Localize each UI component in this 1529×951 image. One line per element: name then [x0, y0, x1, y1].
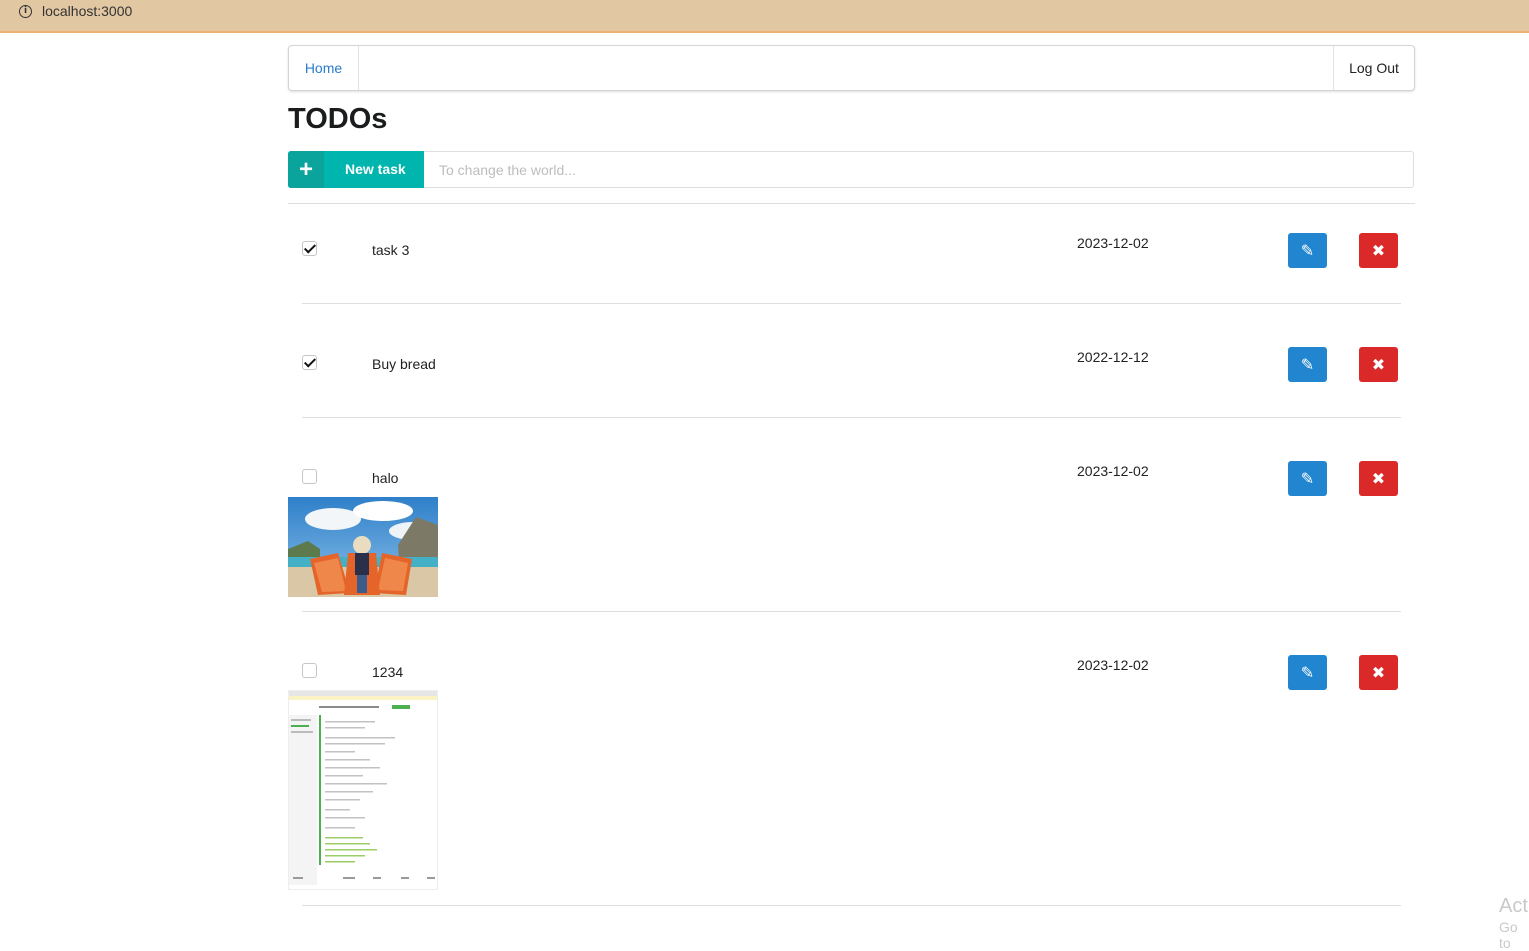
task-checkbox[interactable] — [302, 355, 317, 370]
nav-home-link[interactable]: Home — [289, 46, 359, 90]
row-divider — [302, 417, 1401, 418]
row-divider — [302, 611, 1401, 612]
task-date: 2023-12-02 — [1077, 463, 1149, 479]
task-checkbox[interactable] — [302, 241, 317, 256]
plus-icon: + — [288, 151, 324, 188]
task-name: halo — [372, 470, 399, 486]
delete-button[interactable]: ✖ — [1359, 347, 1398, 382]
edit-button[interactable]: ✎ — [1288, 347, 1327, 382]
x-icon: ✖ — [1371, 241, 1386, 260]
info-icon[interactable]: i — [19, 5, 32, 18]
new-task-button[interactable]: + New task — [288, 151, 424, 188]
url-text[interactable]: localhost:3000 — [42, 3, 132, 19]
task-checkbox[interactable] — [302, 663, 317, 678]
activation-watermark-sub: Go to — [1499, 919, 1518, 951]
logout-link[interactable]: Log Out — [1333, 46, 1414, 90]
task-date: 2022-12-12 — [1077, 349, 1149, 365]
task-name: Buy bread — [372, 356, 436, 372]
pencil-icon: ✎ — [1300, 241, 1315, 260]
task-date: 2023-12-02 — [1077, 235, 1149, 251]
pencil-icon: ✎ — [1300, 355, 1315, 374]
x-icon: ✖ — [1371, 469, 1386, 488]
task-date: 2023-12-02 — [1077, 657, 1149, 673]
delete-button[interactable]: ✖ — [1359, 233, 1398, 268]
row-divider — [302, 303, 1401, 304]
x-icon: ✖ — [1371, 355, 1386, 374]
x-icon: ✖ — [1371, 663, 1386, 682]
delete-button[interactable]: ✖ — [1359, 655, 1398, 690]
beach-photo — [288, 497, 438, 597]
screenshot-thumbnail — [288, 690, 438, 890]
pencil-icon: ✎ — [1300, 469, 1315, 488]
page-title: TODOs — [288, 103, 388, 135]
navbar: Home Log Out — [288, 45, 1415, 91]
new-task-label: New task — [345, 161, 406, 177]
address-bar[interactable]: i localhost:3000 — [0, 0, 1529, 33]
edit-button[interactable]: ✎ — [1288, 655, 1327, 690]
delete-button[interactable]: ✖ — [1359, 461, 1398, 496]
activation-watermark: Act — [1499, 895, 1528, 917]
task-checkbox[interactable] — [302, 469, 317, 484]
edit-button[interactable]: ✎ — [1288, 461, 1327, 496]
new-task-input[interactable] — [424, 151, 1414, 188]
task-name: 1234 — [372, 664, 404, 680]
edit-button[interactable]: ✎ — [1288, 233, 1327, 268]
pencil-icon: ✎ — [1300, 663, 1315, 682]
divider — [288, 203, 1415, 204]
task-name: task 3 — [372, 242, 410, 258]
row-divider — [302, 905, 1401, 906]
